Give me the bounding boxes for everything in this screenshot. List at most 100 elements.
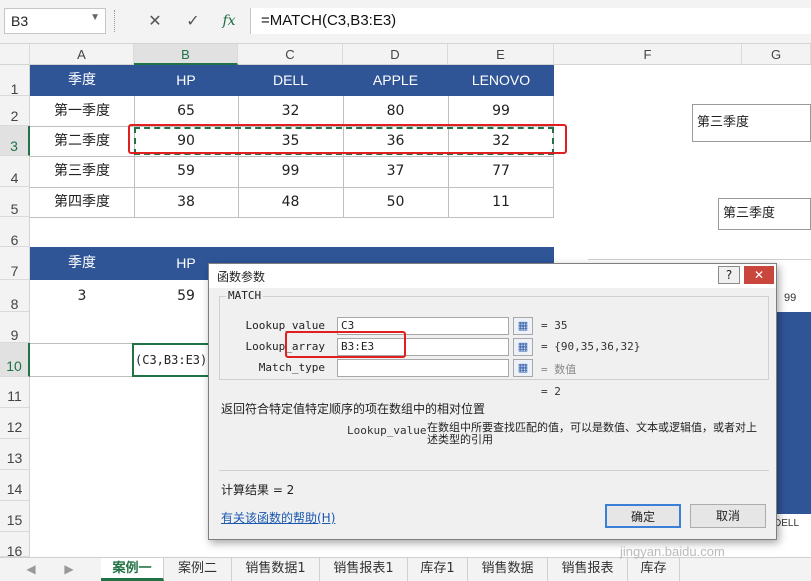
row-header-8[interactable]: 8 bbox=[0, 280, 30, 312]
tab-sheet-7[interactable]: 销售报表 bbox=[548, 558, 628, 581]
help-link[interactable]: 有关该函数的帮助(H) bbox=[221, 509, 335, 526]
column-header-bar: A B C D E F G bbox=[0, 44, 811, 65]
tab-sheet-2[interactable]: 案例二 bbox=[164, 558, 232, 581]
chart-border bbox=[588, 259, 811, 260]
row-header-13[interactable]: 13 bbox=[0, 439, 30, 470]
row-header-9[interactable]: 9 bbox=[0, 312, 30, 343]
grid-line bbox=[30, 217, 554, 218]
row-header-12[interactable]: 12 bbox=[0, 408, 30, 439]
arg-value: = {90,35,36,32} bbox=[541, 340, 641, 353]
divider bbox=[219, 470, 769, 471]
row3-highlight bbox=[128, 124, 567, 154]
chart-data-label: 99 bbox=[784, 292, 797, 304]
function-name: MATCH bbox=[226, 289, 264, 302]
select-all-corner[interactable] bbox=[0, 44, 30, 65]
table-cell[interactable]: 99 bbox=[238, 156, 343, 187]
lookup-array-highlight bbox=[285, 331, 406, 358]
range-select-icon[interactable]: ▦ bbox=[513, 338, 533, 356]
table1-header-dell[interactable]: DELL bbox=[238, 65, 343, 96]
range-select-icon[interactable]: ▦ bbox=[513, 317, 533, 335]
name-box[interactable]: B3 ▼ bbox=[4, 8, 106, 34]
arg-help-label: Lookup_value bbox=[347, 424, 427, 437]
column-header-g[interactable]: G bbox=[742, 44, 811, 65]
arg-value: = 数值 bbox=[541, 363, 577, 376]
table-cell[interactable]: 第三季度 bbox=[30, 156, 134, 187]
table-cell[interactable]: 3 bbox=[30, 280, 134, 312]
table-cell[interactable]: 37 bbox=[343, 156, 448, 187]
row-header-1[interactable]: 1 bbox=[0, 65, 30, 97]
formula-input[interactable]: =MATCH(C3,B3:E3) bbox=[250, 8, 811, 34]
tab-sheet-1[interactable]: 案例一 bbox=[101, 558, 164, 581]
tab-sheet-6[interactable]: 销售数据 bbox=[468, 558, 548, 581]
insert-function-icon[interactable]: fx bbox=[214, 8, 244, 34]
row-header-14[interactable]: 14 bbox=[0, 470, 30, 501]
table-cell[interactable]: 38 bbox=[134, 187, 238, 217]
enter-icon[interactable]: ✓ bbox=[178, 8, 208, 34]
column-header-f[interactable]: F bbox=[554, 44, 742, 65]
cell-a10[interactable] bbox=[30, 343, 134, 377]
row-header-7[interactable]: 7 bbox=[0, 247, 30, 280]
chart-axis-label: DELL bbox=[774, 518, 800, 529]
tab-sheet-4[interactable]: 销售报表1 bbox=[320, 558, 408, 581]
function-description: 返回符合特定值特定顺序的项在数组中的相对位置 bbox=[221, 402, 486, 416]
row-header-15[interactable]: 15 bbox=[0, 501, 30, 532]
table1-header-hp[interactable]: HP bbox=[134, 65, 238, 96]
chevron-right-icon[interactable]: ▶ bbox=[60, 560, 78, 578]
cancel-button[interactable]: 取消 bbox=[690, 504, 766, 528]
column-header-a[interactable]: A bbox=[30, 44, 134, 65]
dialog-title[interactable]: 函数参数 bbox=[209, 264, 776, 288]
table-cell[interactable]: 99 bbox=[448, 96, 554, 126]
tab-sheet-8[interactable]: 库存 bbox=[628, 558, 680, 581]
range-select-icon[interactable]: ▦ bbox=[513, 359, 533, 377]
row-header-16[interactable]: 16 bbox=[0, 532, 30, 559]
tab-sheet-3[interactable]: 销售数据1 bbox=[232, 558, 320, 581]
table1-header-quarter[interactable]: 季度 bbox=[30, 65, 134, 96]
table-cell[interactable]: 第一季度 bbox=[30, 96, 134, 126]
ok-button[interactable]: 确定 bbox=[605, 504, 681, 528]
sheet-tab-bar: ◀ ▶ 案例一 案例二 销售数据1 销售报表1 库存1 销售数据 销售报表 库存 bbox=[0, 557, 811, 581]
table-cell[interactable]: 77 bbox=[448, 156, 554, 187]
table-cell[interactable]: 11 bbox=[448, 187, 554, 217]
table-cell[interactable]: 59 bbox=[134, 156, 238, 187]
row-header-10[interactable]: 10 bbox=[0, 343, 30, 377]
row-header-5[interactable]: 5 bbox=[0, 187, 30, 217]
arg-label: Match_type bbox=[258, 361, 325, 374]
table-cell[interactable]: 48 bbox=[238, 187, 343, 217]
divider bbox=[114, 10, 116, 32]
row-header-2[interactable]: 2 bbox=[0, 96, 30, 126]
column-header-c[interactable]: C bbox=[238, 44, 343, 65]
cancel-icon[interactable]: ✕ bbox=[140, 8, 170, 34]
watermark: jingyan.baidu.com bbox=[620, 544, 725, 559]
side-label-box[interactable]: 第三季度 bbox=[692, 104, 811, 142]
table2-header-quarter[interactable]: 季度 bbox=[30, 247, 134, 280]
arg-value: = 35 bbox=[541, 319, 568, 332]
table1-header-lenovo[interactable]: LENOVO bbox=[448, 65, 554, 96]
table-cell[interactable]: 第四季度 bbox=[30, 187, 134, 217]
row-header-6[interactable]: 6 bbox=[0, 217, 30, 248]
table1-header-apple[interactable]: APPLE bbox=[343, 65, 448, 96]
formula-result: = 2 bbox=[541, 385, 561, 398]
column-header-b[interactable]: B bbox=[134, 44, 238, 65]
table-cell[interactable]: 第二季度 bbox=[30, 126, 134, 156]
match-type-input[interactable] bbox=[337, 359, 509, 377]
row-header-11[interactable]: 11 bbox=[0, 377, 30, 408]
table-cell[interactable]: 32 bbox=[238, 96, 343, 126]
formula-bar: B3 ▼ ✕ ✓ fx =MATCH(C3,B3:E3) bbox=[0, 0, 811, 44]
close-icon[interactable]: ✕ bbox=[744, 266, 774, 284]
table-cell[interactable]: 65 bbox=[134, 96, 238, 126]
calc-result: 计算结果 = 2 bbox=[221, 483, 295, 497]
side-label-box[interactable]: 第三季度 bbox=[718, 198, 811, 230]
function-arguments-dialog: 函数参数 ? ✕ MATCH Lookup_value C3 ▦ = 35 Lo… bbox=[208, 263, 777, 540]
column-header-e[interactable]: E bbox=[448, 44, 554, 65]
tab-sheet-5[interactable]: 库存1 bbox=[408, 558, 468, 581]
name-box-value: B3 bbox=[11, 13, 29, 29]
row-header-4[interactable]: 4 bbox=[0, 156, 30, 187]
column-header-d[interactable]: D bbox=[343, 44, 448, 65]
help-icon[interactable]: ? bbox=[718, 266, 740, 284]
chevron-down-icon[interactable]: ▼ bbox=[90, 12, 100, 23]
table-cell[interactable]: 50 bbox=[343, 187, 448, 217]
row-header-3[interactable]: 3 bbox=[0, 126, 30, 156]
arg-help-text: 在数组中所要查找匹配的值，可以是数值、文本或逻辑值，或者对上述类型的引用 bbox=[427, 421, 757, 446]
chevron-left-icon[interactable]: ◀ bbox=[22, 560, 40, 578]
table-cell[interactable]: 80 bbox=[343, 96, 448, 126]
